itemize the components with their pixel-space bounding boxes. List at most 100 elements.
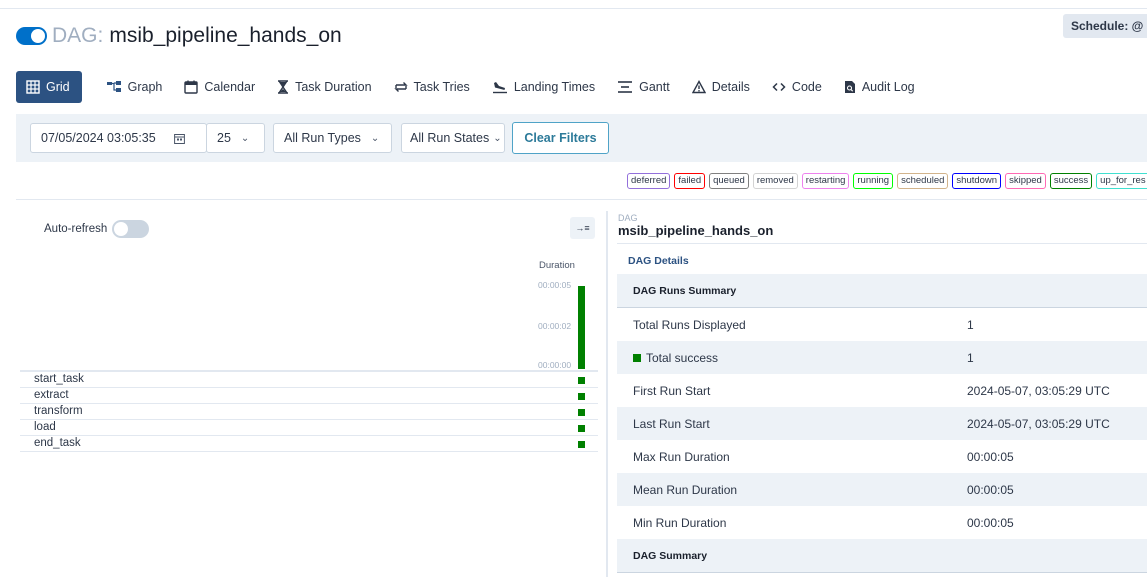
task-instance-cell[interactable] bbox=[578, 409, 585, 416]
tab-grid-label: Grid bbox=[46, 80, 70, 94]
task-instance-cell[interactable] bbox=[578, 377, 585, 384]
legend-badge-success[interactable]: success bbox=[1049, 173, 1093, 189]
tab-gantt[interactable]: Gantt bbox=[617, 71, 670, 103]
calendar-picker-icon[interactable] bbox=[173, 133, 185, 144]
task-name[interactable]: load bbox=[34, 421, 56, 433]
tab-details[interactable]: Details bbox=[691, 71, 750, 103]
dag-prefix-label: DAG: bbox=[52, 24, 104, 47]
tab-calendar-label: Calendar bbox=[204, 80, 256, 94]
graph-icon bbox=[106, 80, 122, 94]
success-status-square bbox=[633, 354, 641, 362]
legend-badge-up-for-res[interactable]: up_for_res bbox=[1096, 173, 1147, 189]
summary-label: Max Run Duration bbox=[633, 450, 730, 464]
summary-label: Min Run Duration bbox=[633, 516, 727, 530]
task-name[interactable]: transform bbox=[34, 405, 83, 417]
duration-tick: 00:00:00 bbox=[538, 360, 572, 370]
task-name[interactable]: end_task bbox=[34, 437, 81, 449]
base-date-value: 07/05/2024 03:05:35 bbox=[41, 131, 156, 145]
summary-label-wrap: Total success bbox=[633, 351, 718, 365]
summary-row: Total success 1 bbox=[617, 341, 1147, 374]
plane-landing-icon bbox=[492, 80, 508, 94]
tab-code-label: Code bbox=[791, 80, 822, 94]
summary-label: Last Run Start bbox=[633, 417, 710, 431]
base-date-input[interactable]: 07/05/2024 03:05:35 bbox=[30, 123, 207, 153]
duration-axis-label: Duration bbox=[539, 260, 575, 271]
dag-details-link[interactable]: DAG Details bbox=[628, 255, 689, 267]
tab-grid[interactable]: Grid bbox=[16, 71, 82, 103]
chevron-down-icon: ⌄ bbox=[240, 132, 250, 144]
legend-badge-queued[interactable]: queued bbox=[709, 173, 749, 189]
tab-audit-log[interactable]: Audit Log bbox=[844, 71, 915, 103]
dag-title: DAG: msib_pipeline_hands_on bbox=[16, 24, 342, 48]
summary-label: Total success bbox=[646, 351, 719, 365]
tab-task-duration-label: Task Duration bbox=[295, 80, 372, 94]
tab-landing-times-label: Landing Times bbox=[513, 80, 596, 94]
task-name[interactable]: start_task bbox=[34, 373, 84, 385]
calendar-icon bbox=[184, 80, 199, 94]
tab-calendar[interactable]: Calendar bbox=[184, 71, 255, 103]
summary-value: 2024-05-07, 03:05:29 UTC bbox=[967, 417, 1110, 431]
tab-task-duration[interactable]: Task Duration bbox=[277, 71, 372, 103]
panel-collapse-icon: →≡ bbox=[575, 223, 590, 233]
legend-badge-running[interactable]: running bbox=[853, 173, 894, 189]
details-dag-id: msib_pipeline_hands_on bbox=[618, 223, 774, 238]
summary-value: 00:00:05 bbox=[967, 516, 1014, 530]
audit-log-icon bbox=[844, 80, 856, 94]
run-type-select[interactable]: All Run Types ⌄ bbox=[273, 123, 392, 153]
task-row[interactable]: end_task bbox=[20, 436, 598, 452]
filter-bar: 07/05/2024 03:05:35 25 ⌄ All Run Types ⌄… bbox=[16, 114, 1147, 162]
chevron-down-icon: ⌄ bbox=[370, 132, 380, 144]
summary-row: Total Runs Displayed 1 bbox=[617, 308, 1147, 341]
summary-value: 1 bbox=[967, 318, 974, 332]
runs-summary-title: DAG Runs Summary bbox=[633, 285, 737, 297]
summary-value: 00:00:05 bbox=[967, 450, 1014, 464]
legend-divider bbox=[16, 199, 1147, 200]
summary-value: 2024-05-07, 03:05:29 UTC bbox=[967, 384, 1110, 398]
summary-value: 1 bbox=[967, 351, 974, 365]
dag-id-label[interactable]: msib_pipeline_hands_on bbox=[109, 24, 341, 48]
auto-refresh-control: Auto-refresh bbox=[44, 220, 150, 238]
legend-badge-restarting[interactable]: restarting bbox=[801, 173, 850, 189]
task-row[interactable]: transform bbox=[20, 404, 598, 420]
run-state-value: All Run States bbox=[410, 131, 490, 145]
run-duration-bar[interactable] bbox=[578, 286, 585, 369]
task-instance-cell[interactable] bbox=[578, 425, 585, 432]
run-state-select[interactable]: All Run States ⌄ bbox=[401, 123, 505, 153]
tab-landing-times[interactable]: Landing Times bbox=[492, 71, 595, 103]
tab-code[interactable]: Code bbox=[772, 71, 822, 103]
task-name[interactable]: extract bbox=[34, 389, 69, 401]
view-tabs: Grid Graph Calendar Task Duration Task T… bbox=[16, 71, 937, 103]
clear-filters-button[interactable]: Clear Filters bbox=[512, 122, 609, 154]
tab-graph[interactable]: Graph bbox=[106, 71, 162, 103]
legend-badge-shutdown[interactable]: shutdown bbox=[952, 173, 1002, 189]
hourglass-icon bbox=[277, 80, 289, 94]
task-instance-cell[interactable] bbox=[578, 393, 585, 400]
runs-summary-header: DAG Runs Summary bbox=[617, 274, 1147, 307]
dag-summary-header: DAG Summary bbox=[617, 539, 1147, 572]
legend-badge-failed[interactable]: failed bbox=[674, 173, 706, 189]
summary-divider bbox=[617, 572, 1147, 573]
task-row[interactable]: start_task bbox=[20, 372, 598, 388]
dag-pause-toggle[interactable] bbox=[16, 27, 47, 45]
details-dag-label: DAG bbox=[618, 213, 638, 223]
legend-badge-scheduled[interactable]: scheduled bbox=[897, 173, 949, 189]
schedule-badge: Schedule: @ bbox=[1063, 14, 1147, 38]
num-runs-select[interactable]: 25 ⌄ bbox=[206, 123, 265, 153]
collapse-details-button[interactable]: →≡ bbox=[570, 217, 595, 239]
num-runs-value: 25 bbox=[217, 131, 231, 145]
duration-tick: 00:00:05 bbox=[538, 280, 572, 290]
legend-badge-skipped[interactable]: skipped bbox=[1005, 173, 1046, 189]
task-row[interactable]: load bbox=[20, 420, 598, 436]
panel-resize-handle[interactable] bbox=[606, 211, 608, 577]
task-row[interactable]: extract bbox=[20, 388, 598, 404]
auto-refresh-switch[interactable] bbox=[112, 220, 150, 238]
task-instance-cell[interactable] bbox=[578, 441, 585, 448]
warning-triangle-icon bbox=[691, 80, 706, 94]
summary-row: Min Run Duration 00:00:05 bbox=[617, 506, 1147, 539]
legend-badge-removed[interactable]: removed bbox=[752, 173, 798, 189]
summary-label: Total Runs Displayed bbox=[633, 318, 746, 332]
details-divider bbox=[617, 243, 1147, 244]
tab-task-tries[interactable]: Task Tries bbox=[393, 71, 470, 103]
tab-details-label: Details bbox=[711, 80, 750, 94]
legend-badge-deferred[interactable]: deferred bbox=[627, 173, 671, 189]
